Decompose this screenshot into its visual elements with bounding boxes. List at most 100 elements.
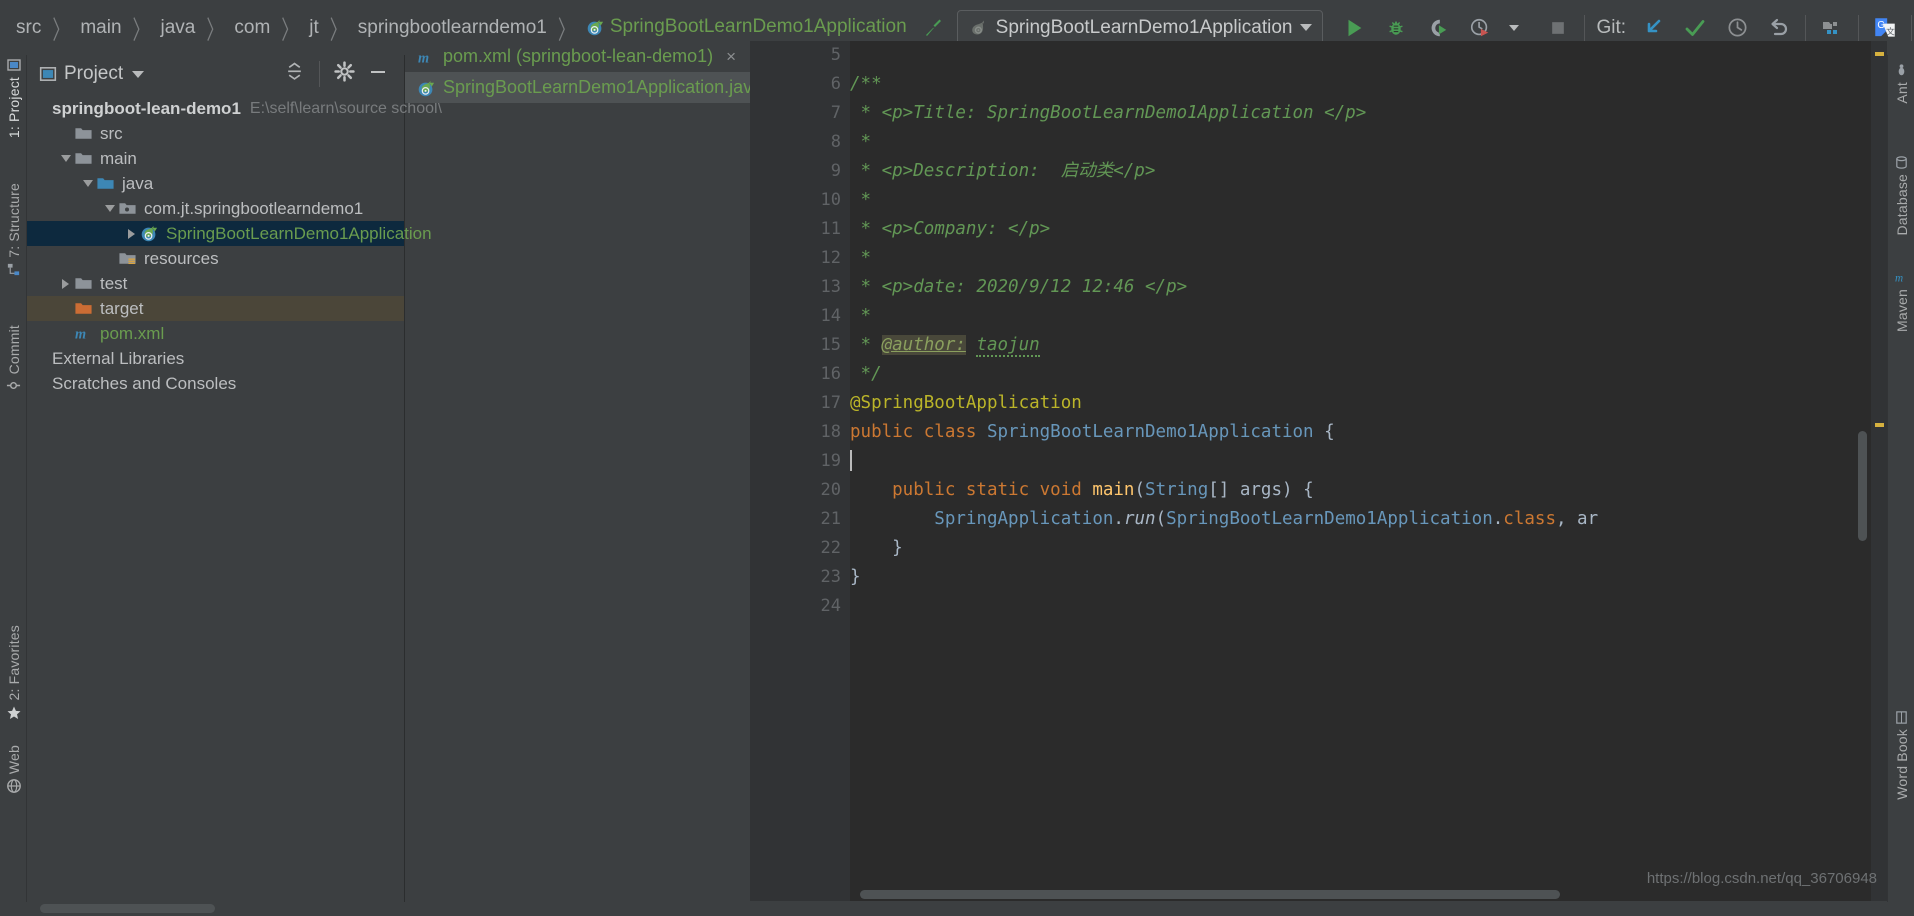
tree-node[interactable]: java — [27, 171, 404, 196]
svg-text:m: m — [1895, 272, 1903, 284]
git-rollback-icon[interactable] — [1764, 11, 1794, 45]
settings-icon[interactable] — [329, 61, 360, 87]
sidebar-item-word-book[interactable]: Word Book — [1888, 710, 1914, 800]
git-commit-icon[interactable] — [1680, 11, 1710, 45]
error-stripe-marker[interactable] — [1875, 52, 1884, 56]
code-line[interactable]: * — [850, 186, 1887, 215]
hide-icon[interactable] — [363, 62, 397, 87]
code-line[interactable]: * <p>Description: 启动类</p> — [850, 157, 1887, 186]
breadcrumb-item[interactable]: main — [78, 17, 123, 39]
tree-node[interactable]: springboot-lean-demo1 E:\self\learn\sourc… — [27, 96, 442, 121]
profiler-icon[interactable] — [1465, 11, 1495, 45]
sidebar-item-database[interactable]: Database — [1888, 155, 1914, 236]
breadcrumb-item[interactable]: SpringBootLearnDemo1Application — [584, 16, 909, 38]
code-line[interactable]: * <p>Company: </p> — [850, 215, 1887, 244]
tree-node[interactable]: m pom.xml — [27, 321, 404, 346]
google-translate-icon[interactable]: G 文 — [1870, 11, 1900, 45]
tree-node[interactable]: resources — [27, 246, 404, 271]
code-line[interactable]: SpringApplication.run(SpringBootLearnDem… — [850, 505, 1887, 534]
gutter-line: 24 — [750, 592, 850, 621]
twisty-collapsed-icon[interactable] — [57, 271, 74, 296]
twisty-expanded-icon[interactable] — [79, 171, 96, 196]
breadcrumb-item[interactable]: jt — [307, 17, 321, 39]
profiler-dropdown-icon[interactable] — [1499, 11, 1529, 45]
toolbar-divider — [1584, 14, 1586, 41]
code-line[interactable]: * @author: taojun — [850, 331, 1887, 360]
left-tool-window-rail: 1: Project 7: Structure Commit 2: Favori… — [0, 55, 27, 916]
tree-node[interactable]: com.jt.springbootlearndemo1 — [27, 196, 404, 221]
tree-node-label: java — [122, 173, 154, 193]
code-token: } — [850, 567, 861, 587]
code-editor[interactable]: 5 6 7 8 9 10 11 12 13 14 15 16 17 18 19 20 21 22 23 24 /** … — [750, 41, 1887, 901]
build-icon[interactable] — [919, 11, 949, 45]
project-structure-icon[interactable] — [1817, 11, 1847, 45]
line-number: 17 — [820, 393, 841, 413]
sidebar-item-structure[interactable]: 7: Structure — [0, 183, 27, 277]
editor-horizontal-scrollbar[interactable] — [860, 890, 1560, 899]
gutter-line: 5 — [750, 41, 850, 70]
code-line[interactable] — [850, 41, 1887, 70]
run-with-coverage-icon[interactable] — [1423, 11, 1453, 45]
editor-tab[interactable]: m pom.xml (springboot-lean-demo1) × — [405, 41, 746, 72]
code-line[interactable]: public static void main(String[] args) { — [850, 476, 1887, 505]
git-update-icon[interactable] — [1638, 11, 1668, 45]
code-line[interactable]: * — [850, 128, 1887, 157]
sidebar-item-web[interactable]: Web — [0, 745, 27, 794]
tree-node[interactable]: SpringBootLearnDemo1Application — [27, 221, 432, 246]
chevron-down-icon[interactable] — [132, 70, 145, 78]
globe-icon — [6, 779, 21, 794]
code-line[interactable] — [850, 447, 1887, 476]
sidebar-item-project[interactable]: 1: Project — [0, 57, 27, 138]
code-line[interactable]: } — [850, 534, 1887, 563]
editor-tab[interactable]: SpringBootLearnDemo1Application.java× — [405, 72, 795, 103]
stop-icon[interactable] — [1543, 11, 1573, 45]
error-stripe-marker[interactable] — [1875, 423, 1884, 427]
sidebar-item-ant[interactable]: Ant — [1888, 63, 1914, 104]
project-tree[interactable]: springboot-lean-demo1 E:\self\learn\sourc… — [27, 93, 442, 396]
code-line[interactable]: /** — [850, 70, 1887, 99]
project-panel-horizontal-scrollbar[interactable] — [40, 904, 215, 913]
code-line[interactable]: public class SpringBootLearnDemo1Applica… — [850, 418, 1887, 447]
code-line[interactable] — [850, 592, 1887, 621]
tree-node[interactable]: test — [27, 271, 404, 296]
tree-node[interactable]: target — [27, 296, 404, 321]
code-line[interactable]: * <p>date: 2020/9/12 12:46 </p> — [850, 273, 1887, 302]
code-content[interactable]: /** * <p>Title: SpringBootLearnDemo1Appl… — [850, 41, 1887, 901]
tree-node[interactable]: main — [27, 146, 404, 171]
code-line[interactable]: @SpringBootApplication — [850, 389, 1887, 418]
sidebar-item-favorites[interactable]: 2: Favorites — [0, 625, 27, 721]
code-token: run — [1123, 509, 1156, 529]
twisty-expanded-icon[interactable] — [101, 196, 118, 221]
code-token: public static void — [850, 480, 1093, 500]
tree-node[interactable]: External Libraries — [27, 346, 404, 371]
tree-node[interactable]: src — [27, 121, 404, 146]
line-number: 15 — [820, 335, 841, 355]
run-icon[interactable] — [1339, 11, 1369, 45]
debug-icon[interactable] — [1381, 11, 1411, 45]
code-line[interactable]: * <p>Title: SpringBootLearnDemo1Applicat… — [850, 99, 1887, 128]
code-line[interactable]: * — [850, 244, 1887, 273]
code-line[interactable]: } — [850, 563, 1887, 592]
code-token: @author: — [881, 335, 966, 355]
breadcrumb-item[interactable]: springbootlearndemo1 — [356, 17, 549, 39]
twisty-expanded-icon[interactable] — [57, 146, 74, 171]
twisty-collapsed-icon[interactable] — [123, 221, 140, 246]
code-line[interactable]: * — [850, 302, 1887, 331]
git-history-icon[interactable] — [1722, 11, 1752, 45]
gutter-line: 7 — [750, 99, 850, 128]
breadcrumb-item[interactable]: src — [14, 17, 43, 39]
breadcrumb-item[interactable]: com — [232, 17, 272, 39]
close-icon[interactable]: × — [726, 47, 736, 67]
code-token: main — [1092, 480, 1135, 500]
editor-vertical-scrollbar[interactable] — [1858, 431, 1867, 541]
error-stripe-marker-panel[interactable] — [1871, 41, 1887, 901]
collapse-all-icon[interactable] — [279, 62, 310, 86]
line-number: 8 — [830, 132, 841, 152]
sidebar-item-commit[interactable]: Commit — [0, 325, 27, 393]
sidebar-item-maven[interactable]: m Maven — [1888, 270, 1914, 332]
breadcrumb-item[interactable]: java — [159, 17, 198, 39]
tree-node[interactable]: Scratches and Consoles — [27, 371, 404, 396]
editor-gutter[interactable]: 5 6 7 8 9 10 11 12 13 14 15 16 17 18 19 20 21 22 23 24 — [750, 41, 886, 901]
tree-node-label: test — [100, 273, 128, 293]
code-line[interactable]: */ — [850, 360, 1887, 389]
